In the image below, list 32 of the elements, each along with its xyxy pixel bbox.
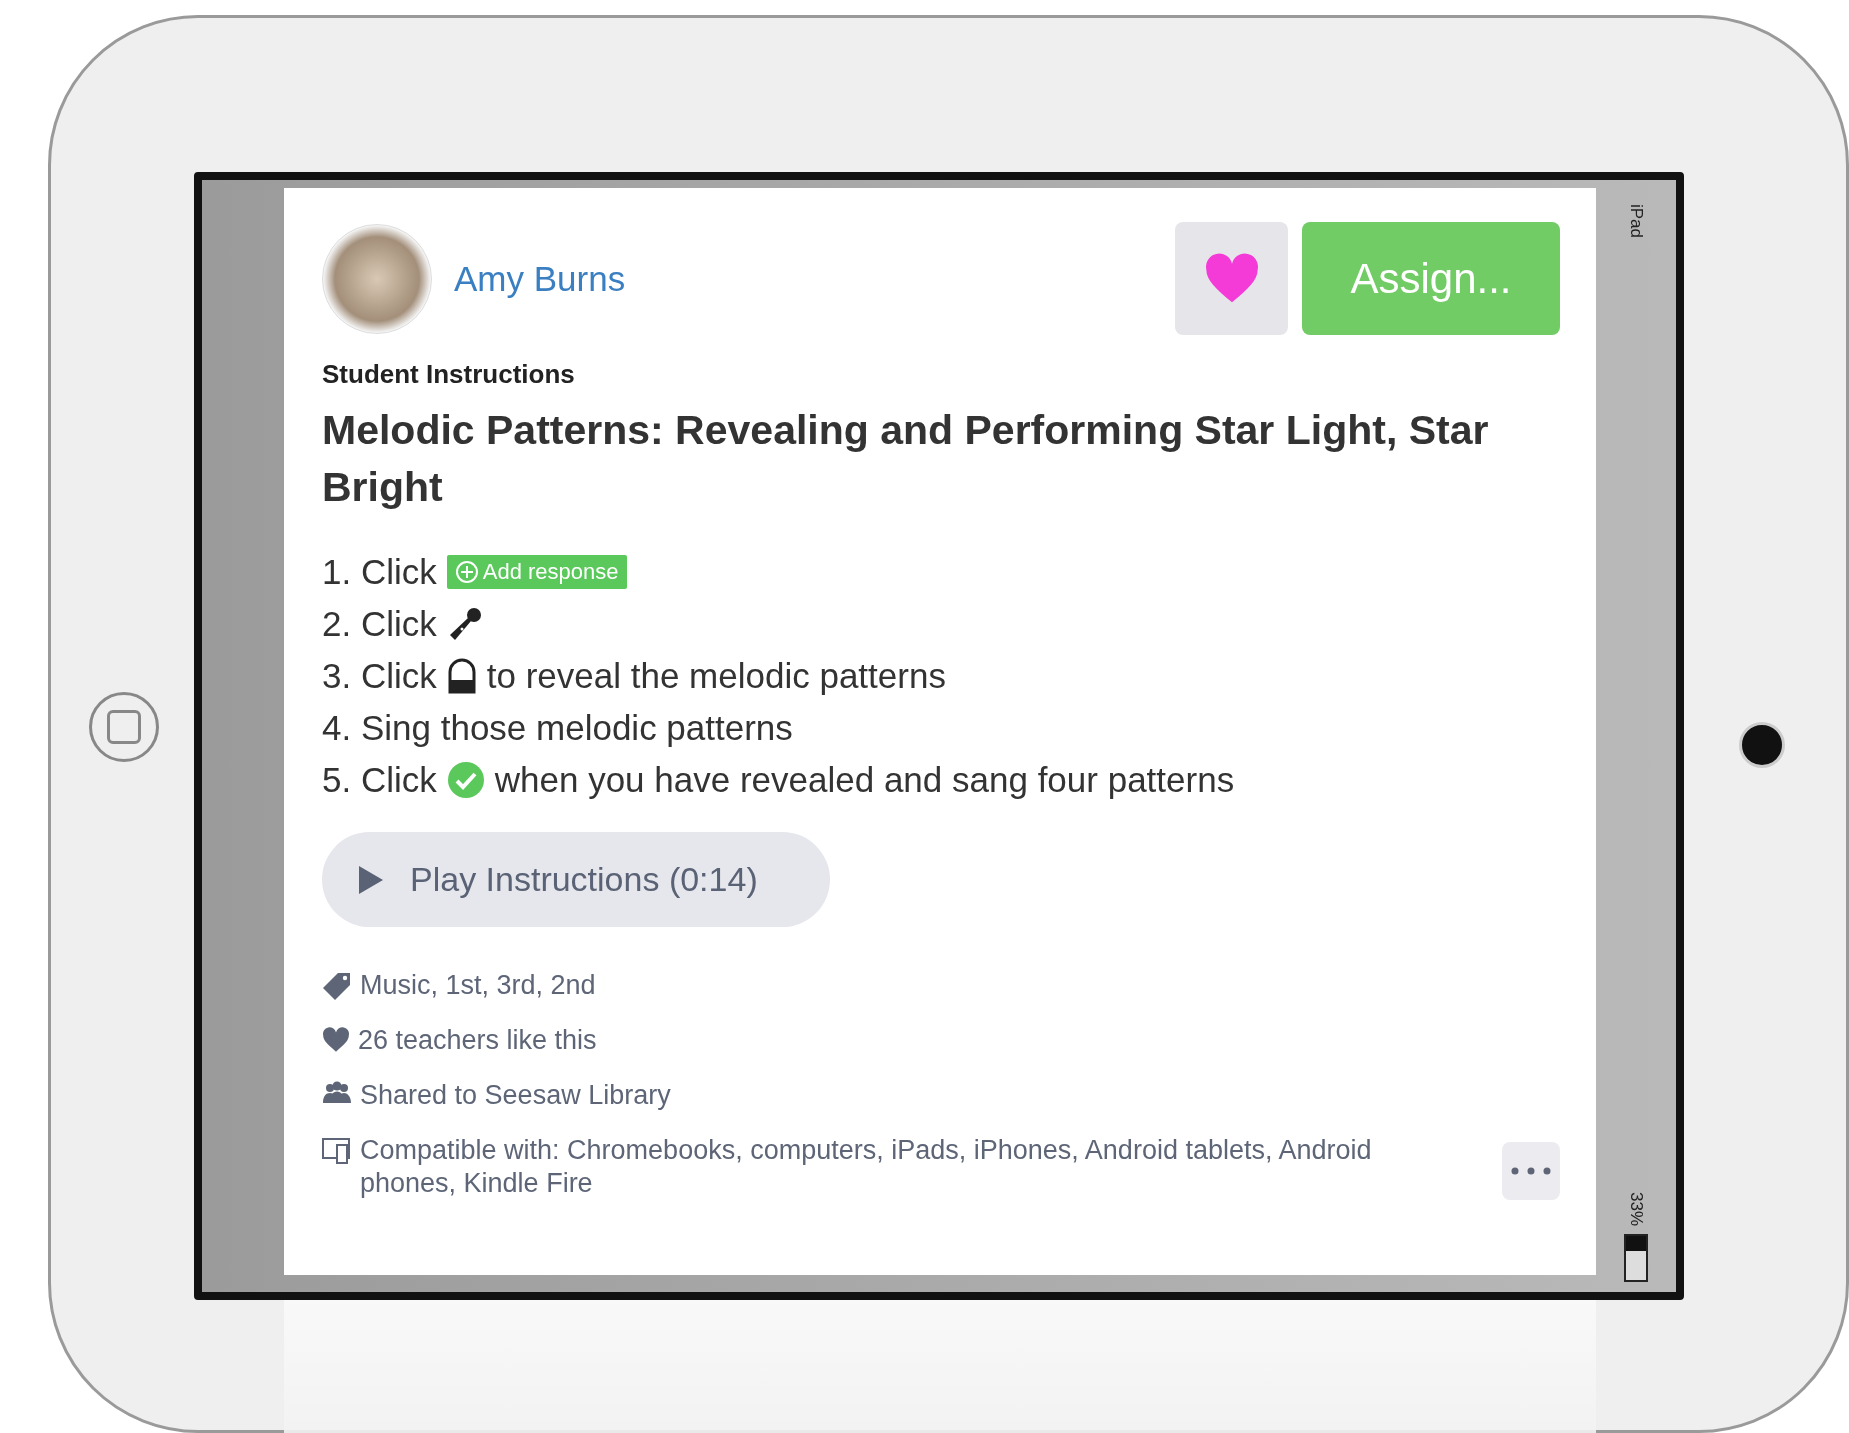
battery-percentage: 33% (1626, 1191, 1646, 1226)
add-response-chip: Add response (446, 555, 627, 589)
instruction-text: when you have revealed and sang four patterns (494, 760, 1235, 800)
info-text: 26 teachers like this (358, 1024, 598, 1057)
more-options-button[interactable] (1502, 1142, 1560, 1200)
home-button[interactable] (89, 692, 159, 762)
info-text: Music, 1st, 3rd, 2nd (360, 969, 597, 1002)
play-instructions-button[interactable]: Play Instructions (0:14) (322, 832, 830, 927)
instruction-text: to reveal the melodic patterns (486, 656, 946, 696)
camera-icon (1739, 722, 1785, 768)
devices-icon (322, 1136, 352, 1164)
instruction-text: 5. Click (322, 760, 437, 800)
plus-icon (454, 560, 479, 584)
info-text: Shared to Seesaw Library (360, 1079, 672, 1112)
battery-icon (1624, 1234, 1648, 1282)
section-label: Student Instructions (322, 359, 576, 390)
checkmark-icon (446, 761, 485, 799)
info-text: Compatible with: Chromebooks, computers, iPads, iPhones, Android tablets, Android phones, Kindle Fire (360, 1134, 1373, 1200)
heart-icon (322, 1026, 350, 1054)
lock-icon (446, 658, 477, 694)
people-icon (322, 1081, 352, 1105)
play-icon (358, 864, 384, 895)
tag-icon (322, 971, 352, 1001)
instruction-text: 1. Click (322, 552, 437, 592)
instruction-text: 4. Sing those melodic patterns (322, 708, 793, 748)
like-button[interactable] (1175, 222, 1288, 335)
device-name: iPad (1626, 204, 1646, 239)
instruction-text: 2. Click (322, 604, 437, 644)
instruction-text: 3. Click (322, 656, 437, 696)
activity-title: Melodic Patterns: Revealing and Performing Star Light, Star Bright (322, 406, 1490, 512)
more-icon (1511, 1167, 1551, 1175)
author-name[interactable]: Amy Burns (454, 258, 1175, 299)
